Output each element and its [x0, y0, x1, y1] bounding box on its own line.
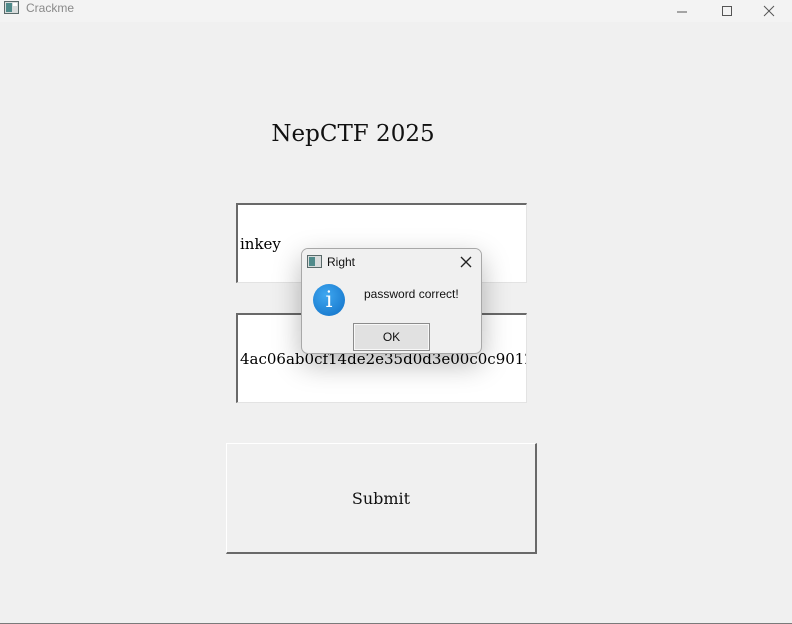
- dialog-close-button[interactable]: [457, 253, 475, 271]
- dialog-app-icon: [307, 255, 322, 268]
- dialog-message: password correct!: [364, 287, 459, 301]
- message-dialog: Right i password correct! OK: [301, 248, 482, 354]
- page-title: NepCTF 2025: [271, 121, 435, 147]
- app-window-icon: [4, 1, 19, 14]
- dialog-title: Right: [327, 255, 356, 269]
- close-icon: [460, 256, 472, 268]
- info-glyph: i: [325, 287, 333, 313]
- close-button[interactable]: [746, 0, 792, 22]
- crackme-window: Crackme NepCTF 2025 inkey 4ac06ab0cf14de…: [0, 0, 792, 624]
- submit-button[interactable]: Submit: [226, 443, 537, 554]
- maximize-icon: [722, 6, 732, 16]
- ok-button[interactable]: OK: [353, 323, 430, 351]
- minimize-icon: [677, 11, 687, 13]
- maximize-button[interactable]: [704, 0, 750, 22]
- close-icon: [763, 5, 775, 17]
- info-icon: i: [313, 284, 345, 316]
- dialog-title-bar[interactable]: Right: [302, 249, 481, 275]
- title-bar[interactable]: Crackme: [0, 0, 792, 22]
- window-title: Crackme: [26, 1, 75, 15]
- minimize-button[interactable]: [659, 0, 705, 22]
